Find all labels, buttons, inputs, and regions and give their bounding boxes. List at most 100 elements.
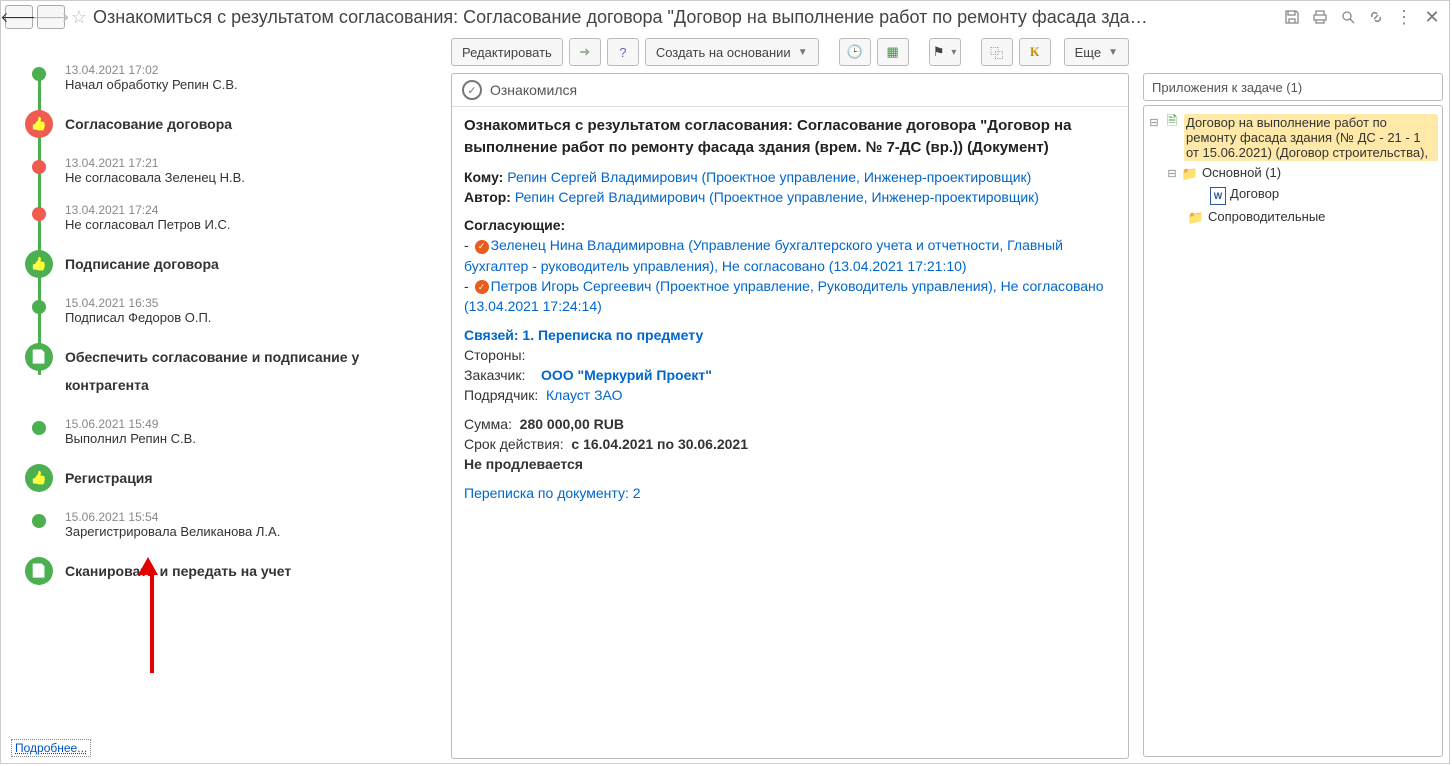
approver-link[interactable]: Зеленец Нина Владимировна (Управление бу…	[464, 237, 1063, 273]
timeline-marker-icon	[32, 67, 46, 81]
tree-root-label: Договор на выполнение работ по ремонту ф…	[1184, 114, 1438, 161]
help-button[interactable]: ?	[607, 38, 639, 66]
tree-row-folder-main[interactable]: ⊟ 📁 Основной (1)	[1148, 163, 1438, 184]
create-based-on-label: Создать на основании	[656, 45, 791, 60]
timeline-timestamp: 15.06.2021 15:54	[65, 510, 441, 524]
attachments-header: Приложения к задаче (1)	[1143, 73, 1443, 101]
timeline-stage-label: Согласование договора	[65, 110, 441, 138]
more-menu-icon[interactable]	[1395, 8, 1413, 26]
timeline-label: Подписал Федоров О.П.	[65, 310, 441, 325]
timeline-event: 13.04.2021 17:21 Не согласовала Зеленец …	[25, 156, 441, 185]
tree-folder-label: Основной (1)	[1202, 165, 1438, 180]
timeline-stage-label: Сканировать и передать на учет	[65, 557, 441, 585]
tree-row-file[interactable]: W Договор	[1148, 184, 1438, 207]
timeline-stage-label: Подписание договора	[65, 250, 441, 278]
tree-row-root[interactable]: ⊟ 🗎 Договор на выполнение работ по ремон…	[1148, 112, 1438, 163]
document-status-bar: ✓ Ознакомился	[452, 74, 1128, 107]
timeline-stage-label: Обеспечить согласование и подписание у к…	[65, 343, 441, 399]
timeline-stage: Сканировать и передать на учет	[25, 557, 441, 585]
timeline-event: 15.06.2021 15:49 Выполнил Репин С.В.	[25, 417, 441, 446]
correspondence-count[interactable]: 2	[633, 485, 641, 501]
window-header: 🡐 🡒 ☆ Ознакомиться с результатом согласо…	[1, 1, 1449, 33]
edit-button[interactable]: Редактировать	[451, 38, 563, 66]
tree-file-label: Договор	[1230, 186, 1438, 201]
timeline-marker-icon	[32, 207, 46, 221]
sum-value: 280 000,00 RUB	[520, 416, 624, 432]
timeline-label: Выполнил Репин С.В.	[65, 431, 441, 446]
save-icon[interactable]	[1283, 8, 1301, 26]
correspondence-link[interactable]: Переписка по документу:	[464, 485, 629, 501]
timeline-label: Не согласовала Зеленец Н.В.	[65, 170, 441, 185]
timeline-timestamp: 13.04.2021 17:02	[65, 63, 441, 77]
to-person-link[interactable]: Репин Сергей Владимирович (Проектное упр…	[507, 169, 1031, 185]
timeline-marker-icon	[32, 421, 46, 435]
timeline-stage-icon	[25, 343, 53, 371]
timeline-timestamp: 15.06.2021 15:49	[65, 417, 441, 431]
nav-forward-button[interactable]: 🡒	[37, 5, 65, 29]
approver-link[interactable]: Петров Игорь Сергеевич (Проектное управл…	[464, 278, 1104, 314]
nav-back-button[interactable]: 🡐	[5, 5, 33, 29]
search-icon[interactable]	[1339, 8, 1357, 26]
folder-icon: 📁	[1182, 166, 1198, 182]
more-details-link[interactable]: Подробнее...	[11, 739, 91, 757]
attachments-panel: Приложения к задаче (1) ⊟ 🗎 Договор на в…	[1133, 33, 1449, 763]
tree-row-folder-extra[interactable]: 📁 Сопроводительные	[1148, 207, 1438, 228]
folder-icon: 📁	[1188, 210, 1204, 226]
timeline-stage: Согласование договора	[25, 110, 441, 138]
timeline-panel: 13.04.2021 17:02 Начал обработку Репин С…	[1, 33, 451, 763]
customer-link[interactable]: ООО "Меркурий Проект"	[541, 367, 712, 383]
timeline-stage: Обеспечить согласование и подписание у к…	[25, 343, 441, 399]
flag-button[interactable]: ⚑▾	[929, 38, 961, 66]
timeline-stage-label: Регистрация	[65, 464, 441, 492]
timeline-stage: Регистрация	[25, 464, 441, 492]
timeline-label: Начал обработку Репин С.В.	[65, 77, 441, 92]
timeline-label: Зарегистрировала Великанова Л.А.	[65, 524, 441, 539]
timeline-event: 13.04.2021 17:02 Начал обработку Репин С…	[25, 63, 441, 92]
tree-folder-label: Сопроводительные	[1208, 209, 1438, 224]
approvers-label: Согласующие:	[464, 217, 565, 233]
print-icon[interactable]	[1311, 8, 1329, 26]
customer-label: Заказчик:	[464, 367, 525, 383]
create-based-on-button[interactable]: Создать на основании▼	[645, 38, 819, 66]
check-circle-icon: ✓	[462, 80, 482, 100]
reject-badge-icon: ✓	[475, 240, 489, 254]
links-section-link[interactable]: Связей: 1. Переписка по предмету	[464, 325, 1116, 345]
timeline-event: 13.04.2021 17:24 Не согласовал Петров И.…	[25, 203, 441, 232]
k-button[interactable]: К	[1019, 38, 1051, 66]
author-label: Автор:	[464, 189, 511, 205]
tree-collapse-icon[interactable]: ⊟	[1148, 116, 1160, 128]
forward-button[interactable]: ➜	[569, 38, 601, 66]
timeline-stage-icon	[25, 110, 53, 138]
timeline-stage-icon	[25, 250, 53, 278]
annotation-arrow-icon	[146, 573, 158, 673]
close-icon[interactable]: ✕	[1423, 8, 1441, 26]
author-person-link[interactable]: Репин Сергей Владимирович (Проектное упр…	[515, 189, 1039, 205]
timeline-timestamp: 13.04.2021 17:24	[65, 203, 441, 217]
tree-collapse-icon[interactable]: ⊟	[1166, 167, 1178, 179]
timeline-event: 15.04.2021 16:35 Подписал Федоров О.П.	[25, 296, 441, 325]
timeline-marker-icon	[32, 300, 46, 314]
more-button-label: Еще	[1075, 45, 1101, 60]
no-prolong-label: Не продлевается	[464, 454, 1116, 474]
more-button[interactable]: Еще▼	[1064, 38, 1129, 66]
timeline-stage-icon	[25, 464, 53, 492]
timeline-timestamp: 13.04.2021 17:21	[65, 156, 441, 170]
link-icon[interactable]	[1367, 8, 1385, 26]
toolbar: Редактировать ➜ ? Создать на основании▼ …	[451, 37, 1129, 67]
word-file-icon: W	[1210, 187, 1226, 205]
contractor-label: Подрядчик:	[464, 387, 538, 403]
favorite-star-icon[interactable]: ☆	[69, 7, 89, 27]
timeline-marker-icon	[32, 514, 46, 528]
document-content: Ознакомиться с результатом согласования:…	[452, 107, 1128, 511]
timeline-event: 15.06.2021 15:54 Зарегистрировала Велика…	[25, 510, 441, 539]
document-box: ✓ Ознакомился Ознакомиться с результатом…	[451, 73, 1129, 759]
clock-button[interactable]: 🕒	[839, 38, 871, 66]
period-label: Срок действия:	[464, 436, 564, 452]
calendar-button[interactable]: ▦	[877, 38, 909, 66]
structure-button[interactable]: ⿻	[981, 38, 1013, 66]
timeline-stage-icon	[25, 557, 53, 585]
sides-label: Стороны:	[464, 345, 1116, 365]
timeline-marker-icon	[32, 160, 46, 174]
timeline-label: Не согласовал Петров И.С.	[65, 217, 441, 232]
contractor-link[interactable]: Клауст ЗАО	[546, 387, 622, 403]
